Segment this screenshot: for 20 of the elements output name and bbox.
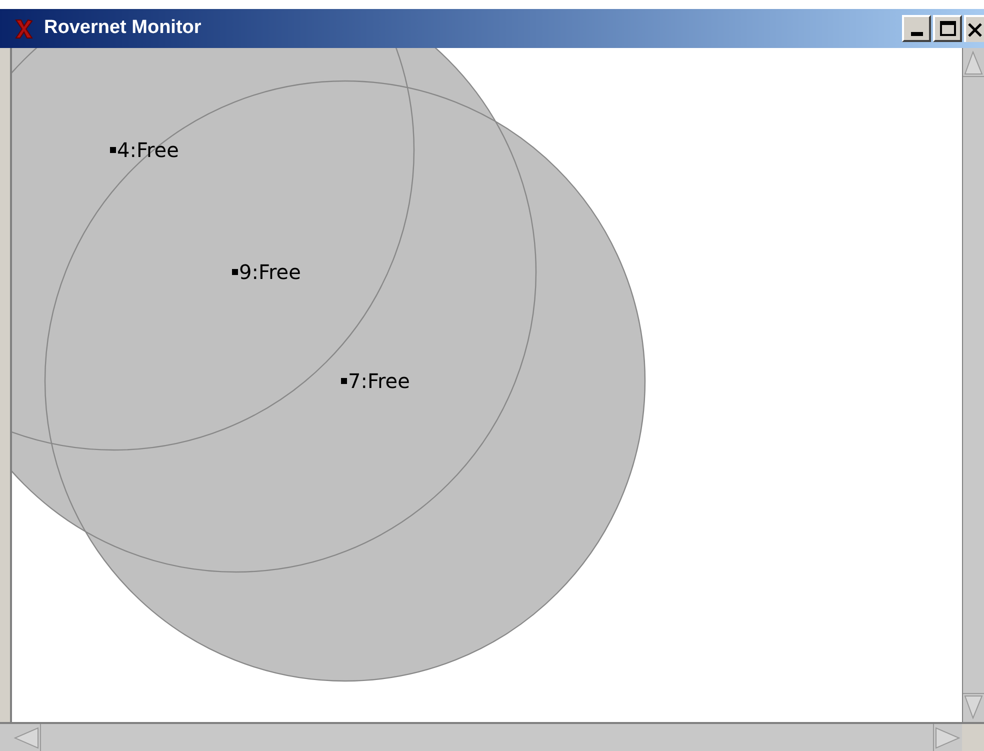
horizontal-scrollbar[interactable] (12, 724, 962, 751)
minimize-icon (910, 32, 922, 36)
node-label: 7:Free (348, 369, 410, 393)
node-marker-icon (341, 378, 347, 384)
close-icon (968, 22, 982, 36)
window-title: Rovernet Monitor (44, 16, 202, 40)
scroll-down-icon[interactable] (963, 694, 984, 722)
maximize-icon (940, 21, 956, 36)
node-marker-icon (110, 147, 116, 153)
app-logo-icon (14, 18, 34, 40)
node-label: 9:Free (239, 260, 301, 284)
node-label: 4:Free (117, 138, 179, 162)
minimize-button[interactable] (902, 15, 931, 42)
scroll-up-icon[interactable] (963, 48, 984, 76)
vertical-scrollbar[interactable] (962, 48, 984, 722)
scroll-left-icon[interactable] (12, 724, 40, 750)
node-marker-icon (232, 269, 238, 275)
scroll-right-icon[interactable] (934, 724, 962, 750)
close-button[interactable] (964, 15, 984, 42)
maximize-button[interactable] (933, 15, 962, 42)
